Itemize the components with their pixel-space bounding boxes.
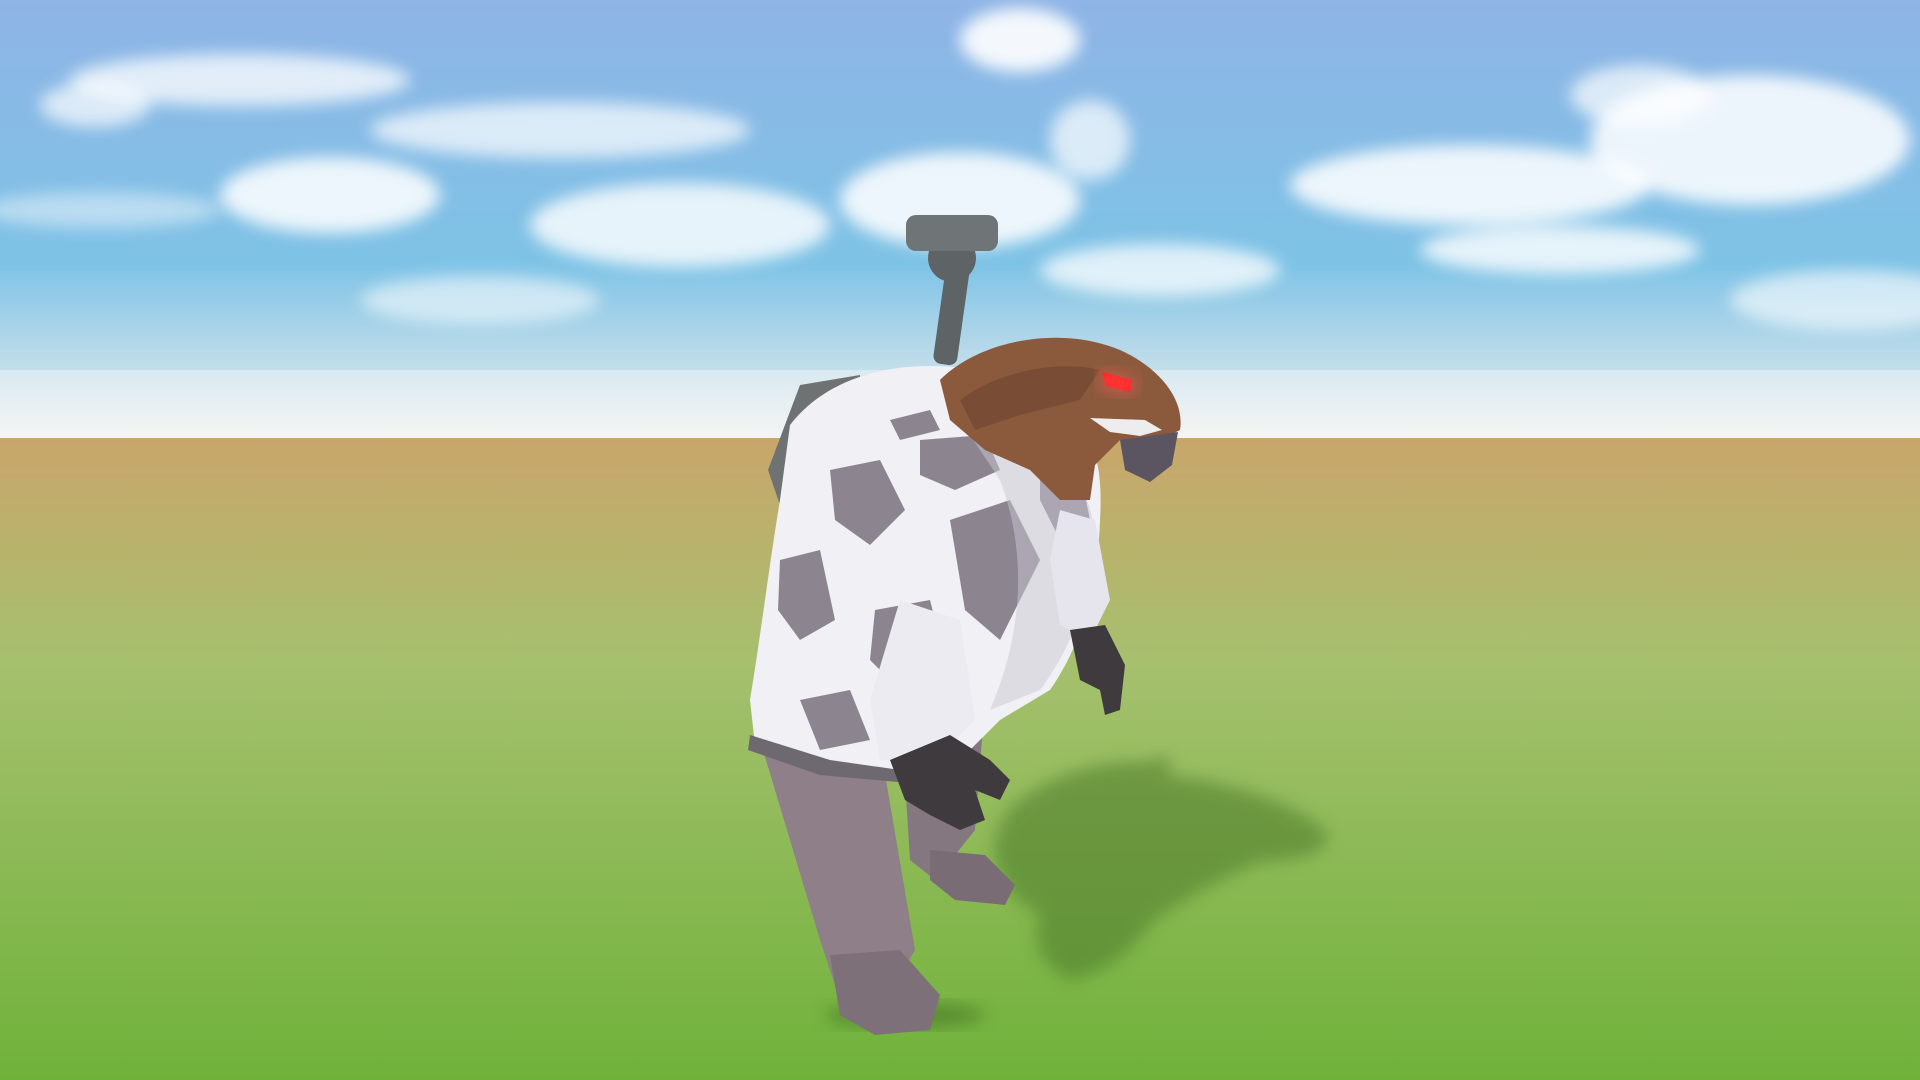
cloud bbox=[220, 157, 440, 233]
cloud bbox=[40, 83, 150, 127]
cloud bbox=[360, 276, 600, 324]
cloud bbox=[530, 183, 830, 267]
game-viewport[interactable] bbox=[0, 0, 1920, 1080]
cloud bbox=[1420, 226, 1700, 274]
scene-canvas bbox=[0, 0, 1920, 1080]
cloud bbox=[1050, 100, 1130, 180]
cloud bbox=[1040, 244, 1280, 296]
cloud bbox=[370, 102, 750, 158]
cloud bbox=[960, 8, 1080, 72]
antenna-cap bbox=[906, 215, 998, 251]
cloud bbox=[1570, 65, 1710, 125]
